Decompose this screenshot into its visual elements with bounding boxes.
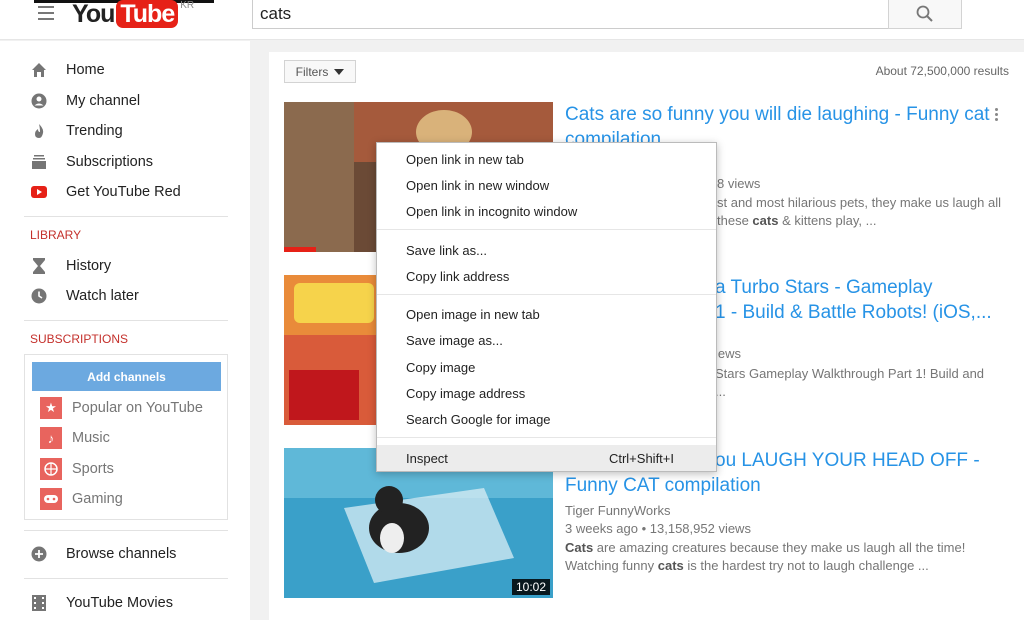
logo-region: KR: [180, 0, 195, 11]
menu-item-open-image-new-tab[interactable]: Open image in new tab: [377, 301, 716, 327]
menu-item-inspect[interactable]: Inspect Ctrl+Shift+I: [377, 445, 716, 471]
menu-item-copy-image-address[interactable]: Copy image address: [377, 380, 716, 406]
menu-separator: [377, 437, 716, 438]
ball-icon: [40, 458, 62, 480]
youtube-red-icon: [30, 183, 48, 201]
more-actions-icon[interactable]: [995, 108, 999, 121]
sidebar-item-label: Subscriptions: [66, 154, 154, 170]
youtube-logo[interactable]: You Tube KR: [72, 0, 194, 30]
results-count: About 72,500,000 results: [875, 64, 1009, 78]
menu-icon[interactable]: [38, 6, 54, 20]
sidebar-item-label: Watch later: [66, 288, 139, 304]
video-description: Cats are amazing creatures because they …: [565, 540, 966, 573]
music-note-icon: ♪: [40, 427, 62, 449]
filters-label: Filters: [295, 64, 329, 79]
channel-gaming[interactable]: Gaming: [40, 488, 123, 510]
channel-label: Popular on YouTube: [72, 400, 203, 416]
channel-sports[interactable]: Sports: [40, 458, 114, 480]
sidebar-item-history[interactable]: History: [30, 254, 111, 278]
channel-label: Music: [72, 430, 110, 446]
menu-item-shortcut: Ctrl+Shift+I: [608, 450, 674, 466]
caret-down-icon: [334, 68, 345, 75]
logo-tube: Tube: [116, 0, 179, 28]
sidebar-item-subscriptions[interactable]: Subscriptions: [30, 150, 153, 174]
search-icon: [916, 5, 933, 22]
search-button[interactable]: [888, 0, 962, 29]
plus-circle-icon: [30, 545, 48, 563]
menu-item-open-link-incognito[interactable]: Open link in incognito window: [377, 198, 716, 224]
sidebar-item-browse-channels[interactable]: Browse channels: [30, 542, 176, 566]
masthead: You Tube KR cats: [0, 0, 1024, 40]
menu-item-copy-link-address[interactable]: Copy link address: [377, 263, 716, 289]
sidebar-item-label: Home: [66, 62, 105, 78]
sidebar-divider: [24, 530, 228, 531]
sidebar-item-youtube-red[interactable]: Get YouTube Red: [30, 180, 181, 204]
channel-popular-on-youtube[interactable]: ★ Popular on YouTube: [40, 397, 203, 419]
menu-separator: [377, 229, 716, 230]
menu-item-copy-image[interactable]: Copy image: [377, 354, 716, 380]
logo-you: You: [72, 0, 115, 28]
menu-item-search-google-for-image[interactable]: Search Google for image: [377, 406, 716, 432]
sidebar-item-label: My channel: [66, 93, 141, 109]
account-icon: [30, 92, 48, 110]
sidebar-item-watch-later[interactable]: Watch later: [30, 284, 139, 308]
subscriptions-box: Add channels ★ Popular on YouTube ♪ Musi…: [24, 354, 228, 520]
sidebar-divider: [24, 216, 228, 217]
sidebar-item-my-channel[interactable]: My channel: [30, 89, 140, 113]
video-meta: 3 weeks ago • 13,158,952 views: [565, 521, 751, 536]
guide-sidebar: Home My channel Trending Subscriptions G…: [0, 41, 250, 620]
add-channels-button[interactable]: Add channels: [32, 362, 221, 391]
sidebar-item-label: Get YouTube Red: [66, 184, 181, 200]
home-icon: [30, 61, 48, 79]
sidebar-divider: [24, 578, 228, 579]
menu-item-open-link-new-window[interactable]: Open link in new window: [377, 172, 716, 198]
menu-separator: [377, 294, 716, 295]
context-menu: Open link in new tab Open link in new wi…: [376, 142, 717, 472]
sidebar-divider: [24, 320, 228, 321]
library-heading: LIBRARY: [30, 228, 82, 242]
menu-item-save-link-as[interactable]: Save link as...: [377, 237, 716, 263]
sidebar-item-youtube-movies[interactable]: YouTube Movies: [30, 591, 173, 615]
subscriptions-icon: [30, 153, 48, 171]
star-icon: ★: [40, 397, 62, 419]
subscriptions-heading: SUBSCRIPTIONS: [30, 332, 129, 346]
sidebar-item-home[interactable]: Home: [30, 58, 105, 82]
hourglass-icon: [30, 257, 48, 275]
menu-item-open-link-new-tab[interactable]: Open link in new tab: [377, 146, 716, 172]
sidebar-item-label: YouTube Movies: [66, 595, 173, 611]
filters-button[interactable]: Filters: [284, 60, 356, 83]
sidebar-item-label: Trending: [66, 123, 123, 139]
clock-icon: [30, 287, 48, 305]
menu-item-label: Inspect: [406, 450, 448, 466]
menu-item-save-image-as[interactable]: Save image as...: [377, 327, 716, 353]
channel-music[interactable]: ♪ Music: [40, 427, 110, 449]
channel-label: Sports: [72, 461, 114, 477]
video-duration: 10:02: [511, 579, 550, 595]
flame-icon: [30, 122, 48, 140]
sidebar-item-label: Browse channels: [66, 546, 177, 562]
sidebar-item-trending[interactable]: Trending: [30, 119, 123, 143]
channel-label: Gaming: [72, 491, 123, 507]
film-icon: [30, 594, 48, 612]
video-channel[interactable]: Tiger FunnyWorks: [565, 503, 670, 518]
gamepad-icon: [40, 488, 62, 510]
sidebar-item-label: History: [66, 258, 112, 274]
search-input[interactable]: cats: [252, 0, 889, 29]
